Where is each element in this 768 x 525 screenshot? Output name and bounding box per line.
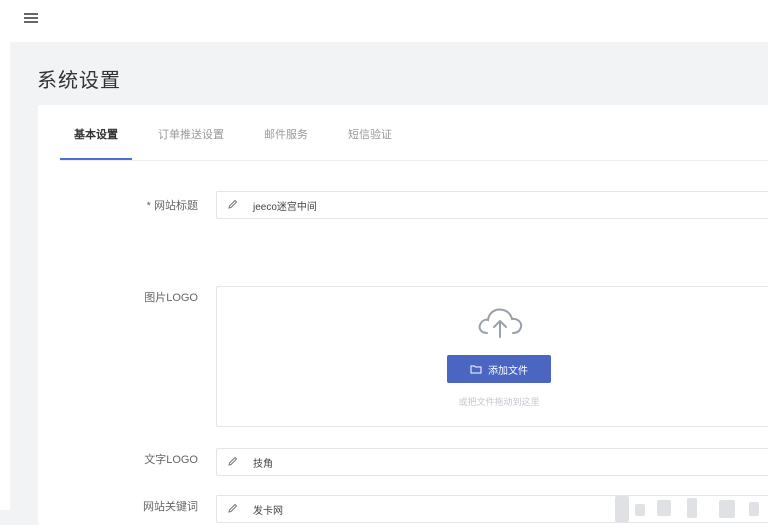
folder-icon [470,365,482,374]
text-logo-input[interactable]: 技角 [216,448,768,476]
add-file-button-label: 添加文件 [488,365,528,377]
main-content: 系统设置 基本设置 订单推送设置 邮件服务 短信验证 * 网站标题 jeeco迷… [10,42,768,525]
settings-card: 基本设置 订单推送设置 邮件服务 短信验证 * 网站标题 jeeco迷宫中间 图… [38,105,768,525]
site-title-label: * 网站标题 [146,200,198,212]
tab-basic-settings[interactable]: 基本设置 [60,126,132,160]
logo-upload-dropzone[interactable]: 添加文件 或把文件拖动到这里 [216,286,768,427]
blurred-region [657,500,671,516]
pencil-icon [228,456,238,466]
top-bar [0,0,768,42]
page-title: 系统设置 [37,70,121,92]
add-file-button[interactable]: 添加文件 [447,355,551,383]
blurred-region [749,502,759,516]
tab-divider [60,160,768,161]
blurred-region [687,498,697,518]
text-logo-value: 技角 [253,459,273,470]
blurred-region [615,496,629,522]
pencil-icon [228,503,238,513]
upload-hint: 或把文件拖动到这里 [458,397,540,407]
pencil-icon [228,199,238,209]
blurred-region [719,500,735,518]
tab-mail-service[interactable]: 邮件服务 [250,126,322,160]
keywords-input[interactable]: 发卡网 [216,495,768,523]
image-logo-label: 图片LOGO [144,292,198,304]
text-logo-label: 文字LOGO [144,454,198,466]
blurred-region [635,504,645,516]
tab-sms-verification[interactable]: 短信验证 [334,126,406,160]
tab-bar: 基本设置 订单推送设置 邮件服务 短信验证 [60,105,418,160]
hamburger-menu-icon[interactable] [24,11,38,25]
site-title-value: jeeco迷宫中间 [253,202,317,213]
left-gutter [0,42,10,510]
site-title-input[interactable]: jeeco迷宫中间 [216,191,768,219]
cloud-upload-icon [478,308,523,338]
keywords-label: 网站关键词 [143,501,198,513]
tab-order-push-settings[interactable]: 订单推送设置 [144,126,238,160]
